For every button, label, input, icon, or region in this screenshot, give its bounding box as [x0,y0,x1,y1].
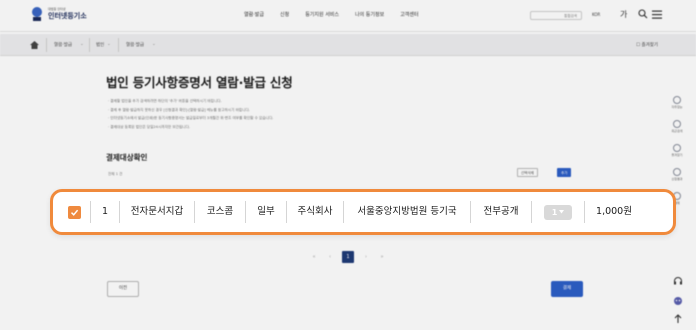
checkmark-icon [70,209,79,216]
corp-type-cell: 주식회사 [297,206,333,217]
quantity-value: 1 [551,207,558,217]
dim-overlay [0,0,696,330]
quantity-cell: 1 [532,204,584,220]
table-row: 1 전자문서지갑 코스콤 일부 주식회사 서울중앙지방법원 등기국 전부공개 1… [63,201,643,223]
chevron-down-icon [559,210,565,214]
quantity-stepper[interactable]: 1 [544,204,572,220]
row-checkbox[interactable] [68,205,81,219]
price-cell: 1,000원 [596,206,632,217]
issue-type-cell: 전자문서지갑 [130,206,184,217]
corp-name-cell: 코스콤 [206,206,234,217]
scope-cell: 일부 [257,206,275,217]
disclosure-cell: 전부공개 [483,206,519,217]
registry-office-cell: 서울중앙지방법원 등기국 [357,206,457,217]
selected-table-row: 1 전자문서지갑 코스콤 일부 주식회사 서울중앙지방법원 등기국 전부공개 1… [50,189,676,235]
row-number: 1 [101,206,109,217]
